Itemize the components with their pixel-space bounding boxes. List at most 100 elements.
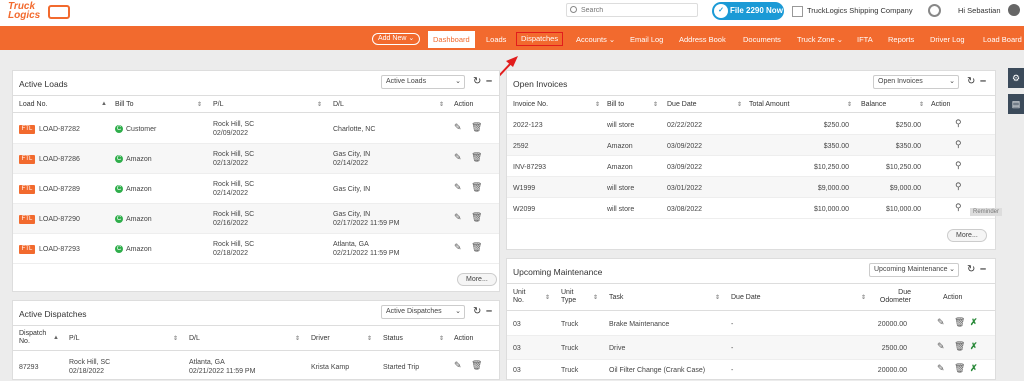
col-due-date[interactable]: Due Date (667, 101, 697, 108)
invoice-number[interactable]: INV-87293 (513, 163, 546, 172)
table-row[interactable]: FTL LOAD-87293 C Amazon Rock Hill, SC 02/… (13, 234, 499, 264)
col-bill-to[interactable]: Bill To (115, 101, 134, 108)
table-row[interactable]: INV-87293 Amazon 03/09/2022 $10,250.00 $… (507, 156, 995, 177)
sort-icon[interactable]: ⇕ (595, 101, 600, 108)
trash-icon[interactable]: 🗑 (471, 360, 482, 371)
col-load-no[interactable]: Load No. (19, 101, 47, 108)
load-number[interactable]: LOAD-87290 (39, 215, 80, 224)
invoice-number[interactable]: W1999 (513, 184, 535, 193)
edit-icon[interactable]: ✎ (454, 242, 462, 253)
sort-icon[interactable]: ⇕ (197, 101, 202, 108)
sort-icon[interactable]: ⇕ (439, 101, 444, 108)
sort-icon[interactable]: ⇕ (847, 101, 852, 108)
trash-icon[interactable]: 🗑 (471, 182, 482, 193)
edit-icon[interactable]: ✎ (454, 360, 462, 371)
sort-icon[interactable]: ⇕ (653, 101, 658, 108)
trash-icon[interactable]: 🗑 (471, 122, 482, 133)
col-balance[interactable]: Balance (861, 101, 886, 108)
edit-icon[interactable]: ✎ (937, 317, 945, 328)
invoice-number[interactable]: 2022-123 (513, 121, 543, 130)
col-unit-no[interactable]: Unit No. (513, 289, 537, 305)
edit-icon[interactable]: ✎ (454, 182, 462, 193)
sort-icon[interactable]: ⇕ (919, 101, 924, 108)
complete-maintenance-icon[interactable]: ✗ (970, 317, 978, 328)
table-row[interactable]: 2592 Amazon 03/09/2022 $350.00 $350.00 ⚲ (507, 135, 995, 156)
complete-maintenance-icon[interactable]: ✗ (970, 363, 978, 374)
refresh-icon[interactable]: ↻ (473, 306, 481, 317)
table-row[interactable]: 03 Truck Oil Filter Change (Crank Case) … (507, 360, 995, 381)
maintenance-select[interactable]: Upcoming Maintenance ⌄ (869, 263, 959, 277)
load-number[interactable]: LOAD-87286 (39, 155, 80, 164)
complete-maintenance-icon[interactable]: ✗ (970, 341, 978, 352)
sort-icon[interactable]: ⇕ (715, 294, 720, 301)
reminder-icon[interactable]: ⚲ (955, 160, 962, 171)
load-number[interactable]: LOAD-87293 (39, 245, 80, 254)
refresh-icon[interactable]: ↻ (967, 76, 975, 87)
load-number[interactable]: LOAD-87282 (39, 125, 80, 134)
minimize-icon[interactable]: – (486, 305, 492, 317)
more-button[interactable]: More... (457, 273, 497, 286)
col-dl[interactable]: D/L (189, 335, 200, 342)
trash-icon[interactable]: 🗑 (954, 341, 965, 352)
trash-icon[interactable]: 🗑 (954, 317, 965, 328)
table-row[interactable]: W1999 will store 03/01/2022 $9,000.00 $9… (507, 177, 995, 198)
reminder-icon[interactable]: ⚲ (955, 202, 962, 213)
col-bill-to[interactable]: Bill to (607, 101, 624, 108)
col-total-amount[interactable]: Total Amount (749, 101, 789, 108)
sort-icon[interactable]: ⇕ (439, 335, 444, 342)
trash-icon[interactable]: 🗑 (471, 152, 482, 163)
col-status[interactable]: Status (383, 335, 403, 342)
sort-icon[interactable]: ⇕ (367, 335, 372, 342)
sort-icon[interactable]: ⇕ (317, 101, 322, 108)
col-pl[interactable]: P/L (69, 335, 80, 342)
col-unit-type[interactable]: Unit Type (561, 289, 585, 305)
dispatch-number[interactable]: 87293 (19, 363, 38, 372)
col-dl[interactable]: D/L (333, 101, 344, 108)
table-row[interactable]: 03 Truck Drive - 2500.00 ✎ 🗑 ✗ (507, 336, 995, 360)
table-row[interactable]: FTL LOAD-87289 C Amazon Rock Hill, SC 02/… (13, 174, 499, 204)
minimize-icon[interactable]: – (980, 263, 986, 275)
minimize-icon[interactable]: – (980, 75, 986, 87)
col-task[interactable]: Task (609, 294, 623, 301)
col-invoice-no[interactable]: Invoice No. (513, 101, 548, 108)
sort-icon[interactable]: ▲ (53, 335, 59, 341)
invoice-number[interactable]: W2099 (513, 205, 535, 214)
notes-side-tab[interactable]: ▤ (1008, 94, 1024, 114)
invoice-number[interactable]: 2592 (513, 142, 529, 151)
sort-icon[interactable]: ⇕ (545, 294, 550, 301)
sort-icon[interactable]: ⇕ (737, 101, 742, 108)
edit-icon[interactable]: ✎ (454, 122, 462, 133)
sort-icon[interactable]: ⇕ (861, 294, 866, 301)
table-row[interactable]: FTL LOAD-87282 C Customer Rock Hill, SC 0… (13, 114, 499, 144)
sort-icon[interactable]: ▲ (101, 101, 107, 107)
refresh-icon[interactable]: ↻ (967, 264, 975, 275)
load-number[interactable]: LOAD-87289 (39, 185, 80, 194)
settings-side-tab[interactable]: ⚙ (1008, 68, 1024, 88)
trash-icon[interactable]: 🗑 (471, 242, 482, 253)
reminder-icon[interactable]: ⚲ (955, 181, 962, 192)
edit-icon[interactable]: ✎ (454, 212, 462, 223)
table-row[interactable]: 87293 Rock Hill, SC 02/18/2022 Atlanta, … (13, 352, 499, 381)
col-pl[interactable]: P/L (213, 101, 224, 108)
refresh-icon[interactable]: ↻ (473, 76, 481, 87)
reminder-icon[interactable]: ⚲ (955, 139, 962, 150)
unit-number[interactable]: 03 (513, 366, 521, 375)
table-row[interactable]: FTL LOAD-87290 C Amazon Rock Hill, SC 02/… (13, 204, 499, 234)
col-due-date[interactable]: Due Date (731, 294, 761, 301)
table-row[interactable]: 03 Truck Brake Maintenance - 20000.00 ✎ … (507, 312, 995, 336)
col-driver[interactable]: Driver (311, 335, 330, 342)
minimize-icon[interactable]: – (486, 75, 492, 87)
active-loads-select[interactable]: Active Loads ⌄ (381, 75, 465, 89)
trash-icon[interactable]: 🗑 (954, 363, 965, 374)
sort-icon[interactable]: ⇕ (593, 294, 598, 301)
edit-icon[interactable]: ✎ (937, 341, 945, 352)
col-due-odometer[interactable]: Due Odometer (879, 289, 911, 305)
sort-icon[interactable]: ⇕ (173, 335, 178, 342)
more-button[interactable]: More... (947, 229, 987, 242)
sort-icon[interactable]: ⇕ (295, 335, 300, 342)
reminder-icon[interactable]: ⚲ (955, 118, 962, 129)
edit-icon[interactable]: ✎ (454, 152, 462, 163)
col-dispatch-no[interactable]: Dispatch No. (19, 330, 49, 346)
table-row[interactable]: 2022-123 will store 02/22/2022 $250.00 $… (507, 114, 995, 135)
unit-number[interactable]: 03 (513, 344, 521, 353)
